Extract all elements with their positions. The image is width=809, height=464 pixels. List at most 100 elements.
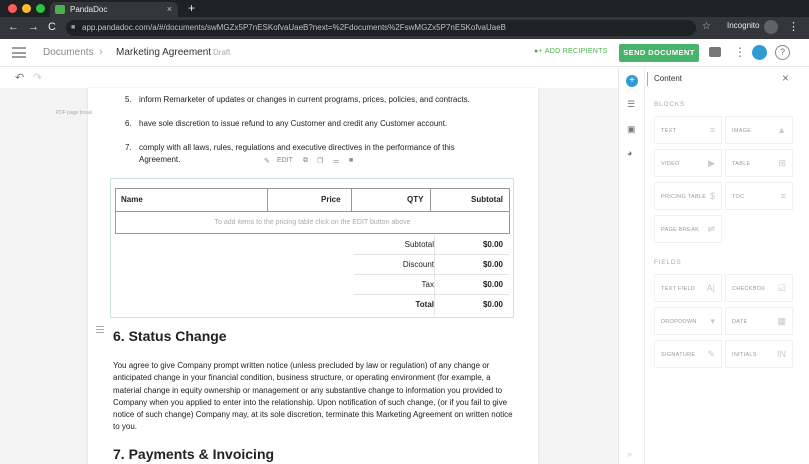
settings-sliders-icon[interactable]: ☰ bbox=[627, 99, 635, 110]
summary-value: $0.00 bbox=[482, 240, 503, 249]
block-pricing-table[interactable]: PRICING TABLE $ bbox=[654, 182, 722, 210]
edit-icon[interactable]: ✎ bbox=[264, 157, 270, 165]
block-page-break[interactable]: PAGE BREAK ⇌ bbox=[654, 215, 722, 243]
column-header: Price bbox=[321, 195, 341, 204]
summary-row: Tax $0.00 bbox=[354, 275, 509, 295]
field-date[interactable]: DATE ▦ bbox=[725, 307, 793, 335]
delete-icon[interactable]: ■ bbox=[349, 157, 353, 164]
settings-icon[interactable]: ⚌ bbox=[333, 157, 339, 165]
list-text: inform Remarketer of updates or changes … bbox=[139, 95, 470, 104]
tile-label: DROPDOWN bbox=[661, 319, 697, 325]
list-number: 5. bbox=[125, 95, 132, 104]
edit-button[interactable]: EDIT bbox=[277, 157, 293, 164]
column-header: Name bbox=[121, 195, 143, 204]
summary-label: Tax bbox=[421, 280, 434, 289]
collapse-panel-icon[interactable]: » bbox=[627, 449, 632, 459]
block-toc[interactable]: TOC ≡ bbox=[725, 182, 793, 210]
add-recipients-button[interactable]: ●+ ADD RECIPIENTS bbox=[534, 48, 608, 55]
tile-label: SIGNATURE bbox=[661, 352, 696, 358]
browser-tab[interactable]: PandaDoc × bbox=[50, 2, 178, 17]
toc-icon: ≡ bbox=[780, 191, 786, 201]
block-table[interactable]: TABLE ⊞ bbox=[725, 149, 793, 177]
forward-icon[interactable]: → bbox=[28, 21, 39, 33]
hamburger-menu-icon[interactable] bbox=[12, 47, 26, 58]
dropdown-icon: ▾ bbox=[710, 316, 715, 326]
breadcrumb-documents[interactable]: Documents bbox=[43, 47, 94, 58]
new-tab-button[interactable]: + bbox=[188, 1, 195, 15]
summary-label: Subtotal bbox=[404, 240, 434, 249]
pdf-page-note: PDF page break bbox=[55, 110, 93, 116]
block-image[interactable]: IMAGE ▲ bbox=[725, 116, 793, 144]
duplicate-icon[interactable]: ❐ bbox=[317, 157, 323, 165]
tile-label: TOC bbox=[732, 194, 745, 200]
image-icon: ▲ bbox=[777, 125, 786, 135]
video-icon: ▶ bbox=[708, 158, 715, 168]
address-bar[interactable]: ■ app.pandadoc.com/a/#/documents/swMGZx5… bbox=[66, 20, 696, 36]
drag-handle-icon[interactable] bbox=[96, 326, 104, 333]
tab-title: PandaDoc bbox=[70, 5, 108, 14]
reload-icon[interactable]: C bbox=[48, 21, 56, 33]
summary-value: $0.00 bbox=[482, 260, 503, 269]
add-content-icon[interactable]: + bbox=[626, 75, 638, 87]
summary-value: $0.00 bbox=[482, 280, 503, 289]
signature-icon: ✎ bbox=[707, 349, 715, 359]
summary-row-total: Total $0.00 bbox=[354, 295, 509, 315]
summary-label: Total bbox=[415, 300, 434, 309]
tile-label: TABLE bbox=[732, 161, 751, 167]
field-text[interactable]: TEXT FIELD A| bbox=[654, 274, 722, 302]
fields-section-label: FIELDS bbox=[654, 259, 682, 266]
calendar-icon: ▦ bbox=[777, 316, 786, 326]
avatar[interactable] bbox=[752, 45, 767, 60]
editor-toolbar: ↶ ↷ bbox=[0, 68, 618, 88]
url-text: app.pandadoc.com/a/#/documents/swMGZx5P7… bbox=[82, 23, 506, 32]
pricing-table-block[interactable]: Name Price QTY Subtotal To add items to … bbox=[110, 178, 514, 318]
more-options-icon[interactable]: ⋮ bbox=[734, 45, 746, 59]
incognito-icon[interactable] bbox=[764, 20, 778, 34]
tab-close-icon[interactable]: × bbox=[167, 2, 172, 17]
window-zoom-button[interactable] bbox=[36, 4, 45, 13]
chat-icon[interactable] bbox=[709, 47, 721, 57]
incognito-label: Incognito bbox=[727, 21, 760, 30]
dollar-icon: $ bbox=[709, 191, 715, 201]
copy-icon[interactable]: ⧉ bbox=[303, 157, 308, 165]
blocks-section-label: BLOCKS bbox=[654, 101, 686, 108]
tile-label: TEXT FIELD bbox=[661, 286, 696, 292]
tile-label: INITIALS bbox=[732, 352, 757, 358]
summary-value: $0.00 bbox=[482, 300, 503, 309]
redo-icon[interactable]: ↷ bbox=[33, 71, 42, 84]
window-close-button[interactable] bbox=[8, 4, 17, 13]
close-icon[interactable]: × bbox=[782, 71, 789, 85]
table-icon: ⊞ bbox=[778, 158, 786, 168]
window-minimize-button[interactable] bbox=[22, 4, 31, 13]
theme-palette-icon[interactable]: ◕ bbox=[627, 148, 632, 158]
document-title[interactable]: Marketing Agreement bbox=[116, 47, 211, 58]
back-icon[interactable]: ← bbox=[8, 21, 19, 33]
summary-row: Discount $0.00 bbox=[354, 255, 509, 275]
block-video[interactable]: VIDEO ▶ bbox=[654, 149, 722, 177]
tile-label: TEXT bbox=[661, 128, 677, 134]
section-paragraph: You agree to give Company prompt written… bbox=[113, 361, 513, 432]
content-panel: + ☰ ▣ ◕ » Content × BLOCKS TEXT ≡ IMAGE … bbox=[618, 68, 809, 464]
undo-icon[interactable]: ↶ bbox=[15, 71, 24, 84]
tile-label: PRICING TABLE bbox=[661, 194, 707, 200]
help-icon[interactable]: ? bbox=[775, 45, 790, 60]
pricing-table: Name Price QTY Subtotal To add items to … bbox=[115, 188, 510, 234]
bookmark-star-icon[interactable]: ☆ bbox=[702, 21, 711, 32]
field-initials[interactable]: INITIALS IN bbox=[725, 340, 793, 368]
section-heading: 6. Status Change bbox=[113, 328, 227, 344]
tile-label: PAGE BREAK bbox=[661, 227, 700, 233]
field-checkbox[interactable]: CHECKBOX ☑ bbox=[725, 274, 793, 302]
browser-menu-icon[interactable]: ⋮ bbox=[788, 20, 799, 33]
section-heading: 7. Payments & Invoicing bbox=[113, 446, 275, 462]
send-document-button[interactable]: SEND DOCUMENT bbox=[619, 44, 699, 62]
initials-icon: IN bbox=[777, 349, 786, 359]
column-header: QTY bbox=[407, 195, 424, 204]
pandadoc-favicon-icon bbox=[55, 5, 65, 14]
block-text[interactable]: TEXT ≡ bbox=[654, 116, 722, 144]
summary-row: Subtotal $0.00 bbox=[354, 235, 509, 255]
breadcrumb-separator-icon: › bbox=[99, 46, 103, 58]
field-dropdown[interactable]: DROPDOWN ▾ bbox=[654, 307, 722, 335]
field-signature[interactable]: SIGNATURE ✎ bbox=[654, 340, 722, 368]
text-icon: ≡ bbox=[709, 125, 715, 135]
variables-icon[interactable]: ▣ bbox=[627, 124, 636, 135]
